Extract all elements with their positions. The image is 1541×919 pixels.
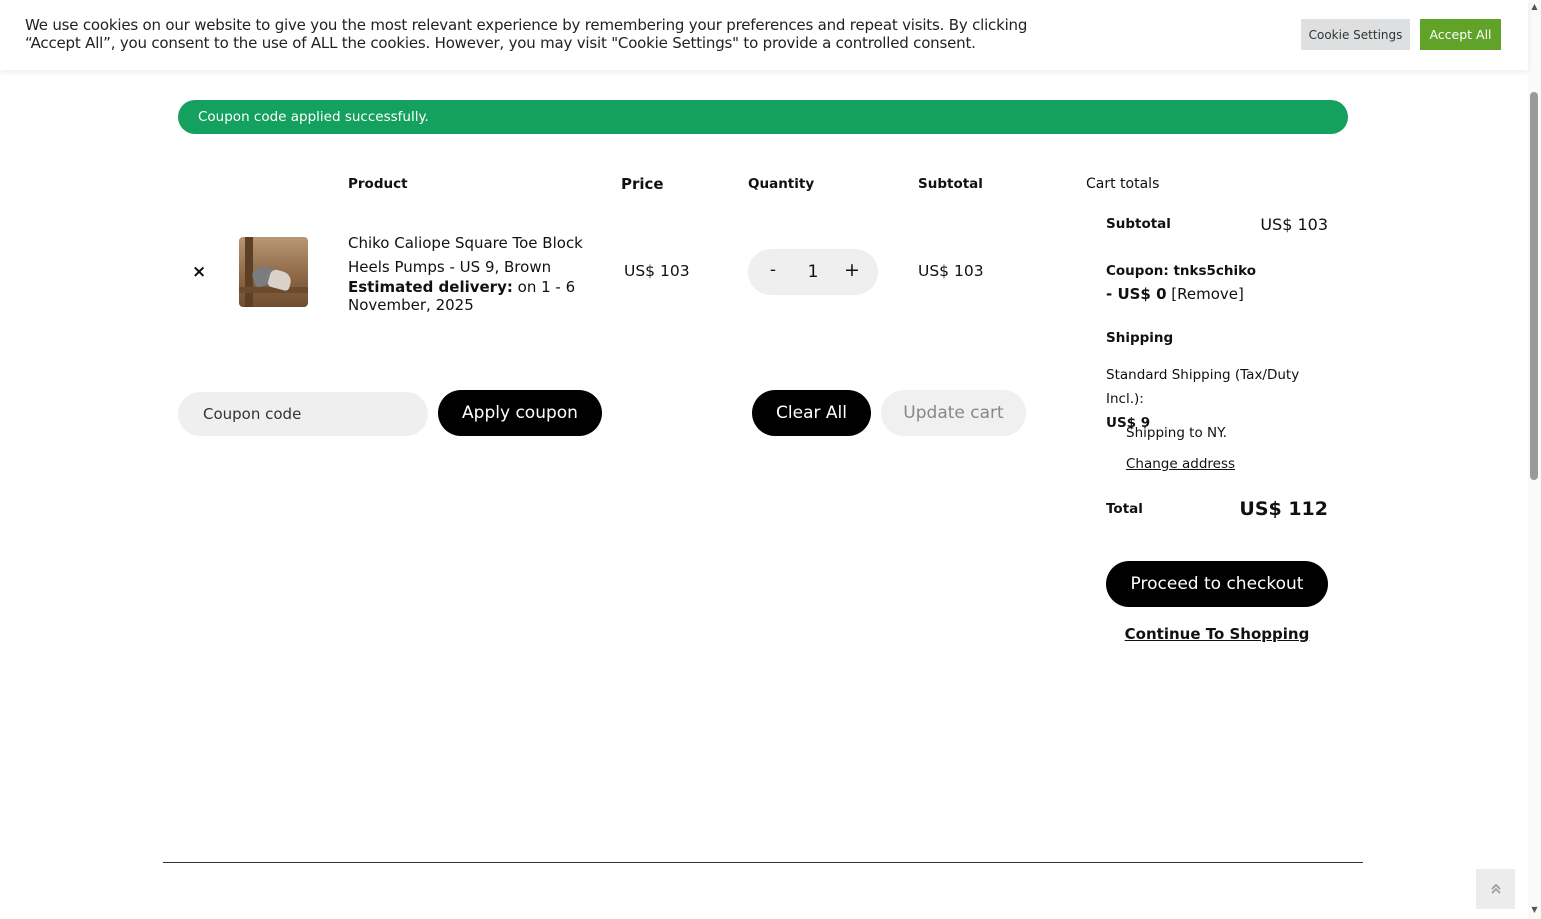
scroll-down-arrow-icon[interactable]: ▼ — [1528, 905, 1541, 914]
header-price: Price — [621, 175, 664, 193]
shipping-label: Shipping — [1106, 330, 1174, 346]
header-quantity: Quantity — [748, 176, 815, 192]
chevrons-up-icon[interactable] — [1476, 869, 1515, 909]
total-label: Total — [1106, 501, 1143, 517]
scroll-up-arrow-icon[interactable]: ▲ — [1528, 2, 1541, 11]
continue-shopping-link[interactable]: Continue To Shopping — [1106, 625, 1328, 643]
accept-all-button[interactable]: Accept All — [1420, 19, 1501, 50]
back-to-top-chevrons-icon — [1490, 883, 1501, 894]
header-product: Product — [348, 176, 408, 192]
coupon-discount-value: - US$ 0 — [1106, 285, 1167, 303]
shipping-destination: Shipping to NY. — [1126, 425, 1227, 441]
proceed-to-checkout-button[interactable]: Proceed to checkout — [1106, 561, 1328, 607]
cookie-settings-button[interactable]: Cookie Settings — [1301, 19, 1410, 50]
cookie-consent-bar: We use cookies on our website to give yo… — [0, 0, 1528, 70]
cart-totals-title: Cart totals — [1086, 176, 1160, 192]
coupon-discount-row: - US$ 0 [Remove] — [1106, 285, 1244, 303]
remove-coupon-link[interactable]: [Remove] — [1167, 285, 1244, 303]
update-cart-button[interactable]: Update cart — [881, 390, 1026, 436]
totals-subtotal-value: US$ 103 — [1260, 215, 1328, 234]
header-subtotal: Subtotal — [918, 176, 983, 192]
change-address-link[interactable]: Change address — [1126, 456, 1235, 472]
apply-coupon-button[interactable]: Apply coupon — [438, 390, 602, 436]
total-value: US$ 112 — [1239, 498, 1328, 520]
product-name-link[interactable]: Chiko Caliope Square Toe Block Heels Pum… — [348, 231, 588, 279]
remove-item-close-icon[interactable]: × — [192, 262, 206, 282]
shipping-method-name: Standard Shipping (Tax/Duty Incl.): — [1106, 367, 1300, 407]
quantity-minus-button[interactable]: - — [763, 260, 783, 280]
clear-all-button[interactable]: Clear All — [752, 390, 871, 436]
delivery-label: Estimated delivery: — [348, 278, 513, 296]
success-notice: Coupon code applied successfully. — [178, 100, 1348, 134]
item-subtotal: US$ 103 — [918, 262, 984, 280]
cookie-message: We use cookies on our website to give yo… — [25, 16, 1028, 52]
item-price: US$ 103 — [624, 262, 690, 280]
coupon-applied-label: Coupon: tnks5chiko — [1106, 263, 1257, 279]
scrollbar-thumb[interactable] — [1530, 92, 1538, 480]
quantity-input[interactable] — [795, 258, 831, 286]
product-thumbnail[interactable] — [239, 237, 308, 307]
success-notice-text: Coupon code applied successfully. — [198, 109, 429, 125]
footer-divider — [163, 862, 1363, 863]
quantity-plus-button[interactable]: + — [842, 259, 862, 281]
estimated-delivery: Estimated delivery: on 1 - 6 November, 2… — [348, 278, 588, 314]
totals-subtotal-label: Subtotal — [1106, 216, 1171, 232]
coupon-code-input[interactable] — [178, 392, 428, 436]
